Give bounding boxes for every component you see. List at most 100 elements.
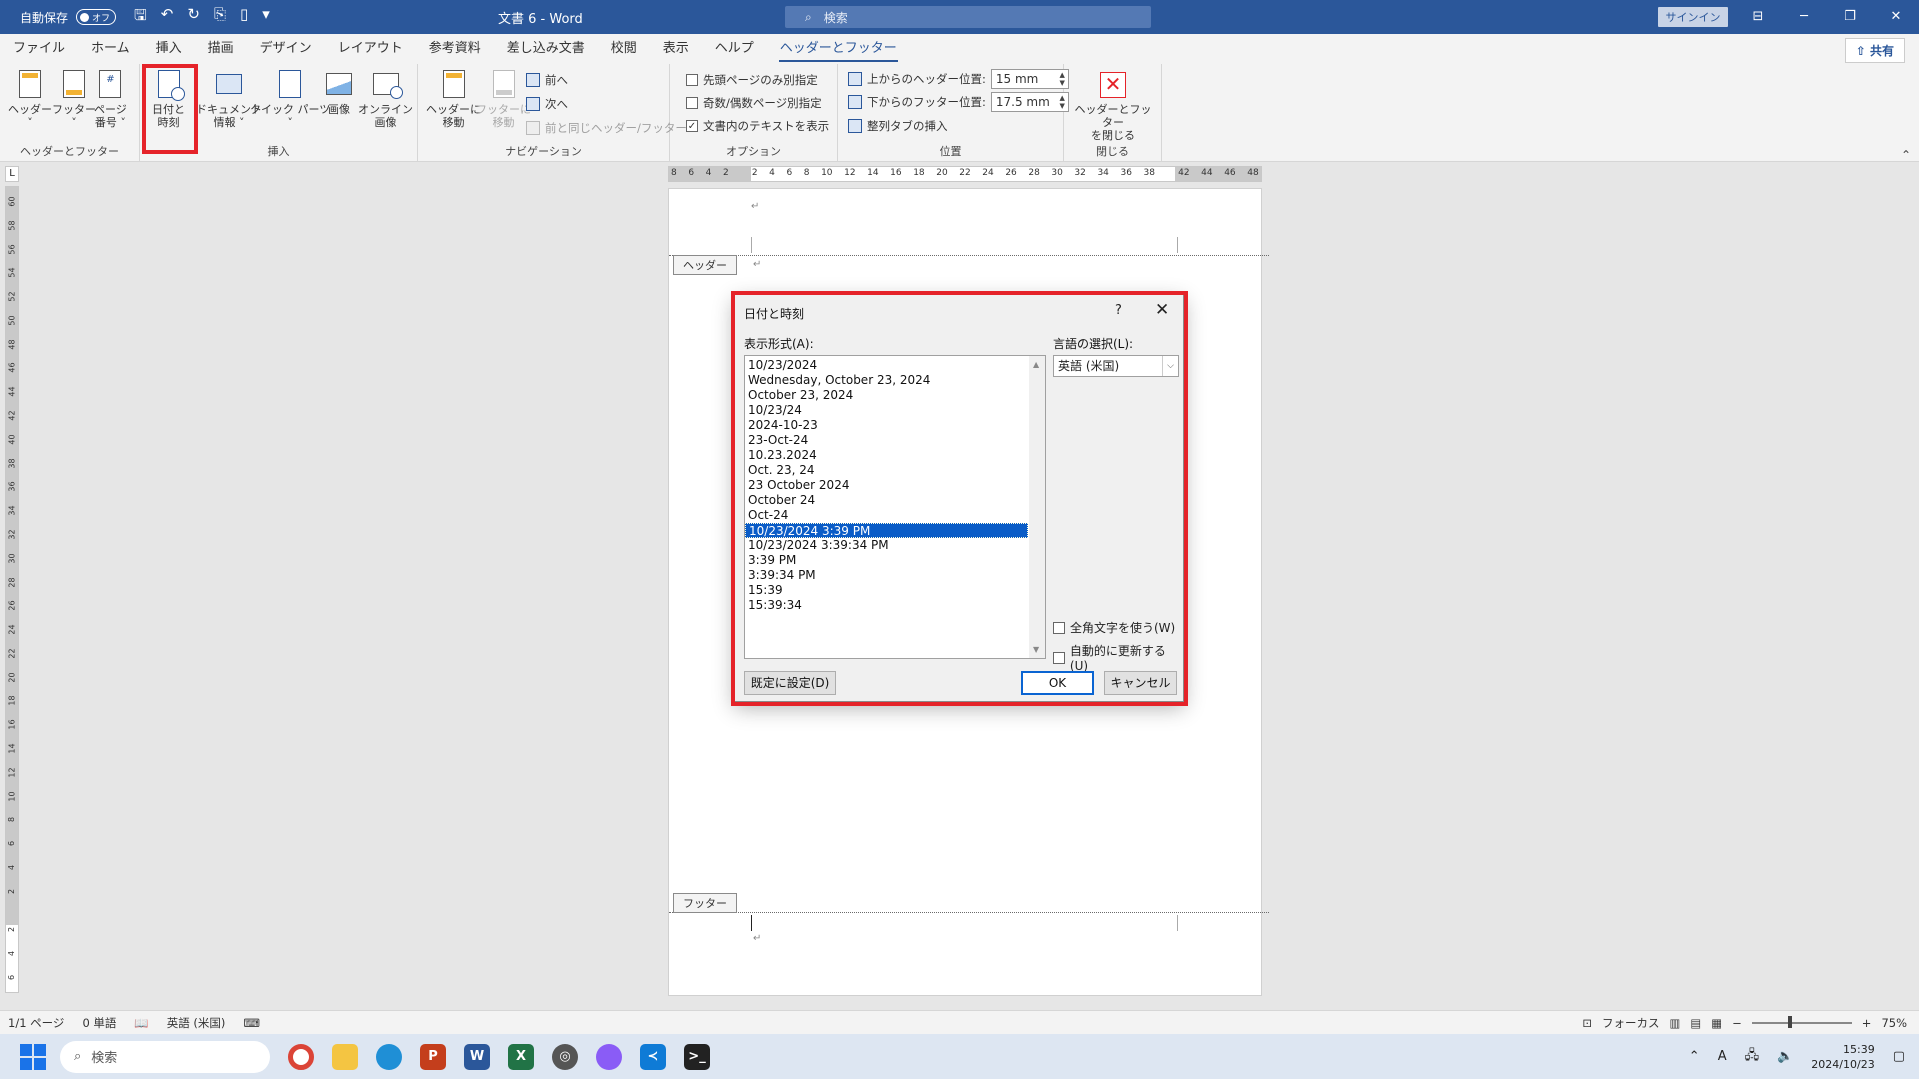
autoupdate-checkbox[interactable]: 自動的に更新する(U) — [1053, 642, 1183, 673]
close-header-footer-button[interactable]: ✕ ヘッダーとフッター を閉じる — [1072, 68, 1154, 142]
formats-listbox[interactable]: 10/23/2024 Wednesday, October 23, 2024 Oct… — [744, 355, 1046, 659]
customize-qat-icon[interactable]: ▾ — [262, 5, 270, 30]
tab-4[interactable]: デザイン — [247, 34, 325, 64]
title-search-box[interactable]: ⌕ 検索 — [785, 6, 1151, 28]
status-language[interactable]: 英語 (米国) — [167, 1015, 226, 1031]
accessibility-icon[interactable]: ⌨ — [243, 1016, 260, 1030]
list-item[interactable]: 3:39:34 PM — [745, 568, 1028, 583]
set-default-button[interactable]: 既定に設定(D) — [744, 671, 836, 695]
tab-2[interactable]: 挿入 — [143, 34, 195, 64]
proofing-icon[interactable]: 📖 — [134, 1016, 148, 1030]
windows-start-icon[interactable] — [20, 1043, 46, 1070]
list-item[interactable]: 10/23/2024 3:39 PM — [745, 523, 1028, 538]
minimize-icon[interactable]: ─ — [1781, 0, 1827, 34]
list-item[interactable]: Wednesday, October 23, 2024 — [745, 373, 1028, 388]
network-icon[interactable]: 🖧 — [1745, 1046, 1760, 1068]
horizontal-ruler[interactable]: 8 6 4 2 2 4 6 8 10 12 14 16 18 20 22 24 26 28 30 32 34 36 38 42… — [668, 166, 1262, 182]
list-item[interactable]: Oct-24 — [745, 508, 1028, 523]
vscode-icon[interactable]: ≺ — [640, 1043, 666, 1070]
file-explorer-icon[interactable] — [332, 1043, 358, 1070]
language-select[interactable]: 英語 (米国) ⌵ — [1053, 355, 1179, 377]
ime-icon[interactable]: A — [1718, 1049, 1727, 1064]
tab-6[interactable]: 参考資料 — [416, 34, 494, 64]
next-button[interactable]: 次へ — [526, 96, 568, 112]
goto-footer-button[interactable]: フッターに 移動 — [476, 68, 531, 129]
header-position-input[interactable]: 15 mm ▲ ▼ — [990, 69, 1069, 89]
tab-0[interactable]: ファイル — [0, 34, 78, 64]
ok-button[interactable]: OK — [1021, 671, 1094, 695]
undo-icon[interactable]: ↶ — [161, 5, 174, 30]
copy-icon[interactable]: ⎘ — [214, 5, 226, 30]
tab-selector[interactable]: L — [5, 166, 19, 182]
volume-icon[interactable]: 🔈 — [1777, 1049, 1793, 1064]
vertical-ruler[interactable]: 60 58 56 54 52 50 48 46 44 42 40 38 36 34 32 30 28 26 24 22… — [5, 186, 19, 993]
list-item[interactable]: 10/23/24 — [745, 403, 1028, 418]
quick-parts-button[interactable]: クイック パーツ ˅ — [250, 68, 330, 129]
dialog-close-icon[interactable]: ✕ — [1155, 300, 1169, 320]
terminal-icon[interactable]: >_ — [684, 1043, 710, 1070]
zoom-level[interactable]: 75% — [1881, 1016, 1907, 1030]
page-count[interactable]: 1/1 ページ — [8, 1015, 64, 1031]
option-odd-even[interactable]: 奇数/偶数ページ別指定 — [686, 95, 822, 111]
image-button[interactable]: 画像 — [324, 68, 354, 116]
option-first-page[interactable]: 先頭ページのみ別指定 — [686, 72, 818, 88]
previous-button[interactable]: 前へ — [526, 72, 568, 88]
close-icon[interactable]: ✕ — [1873, 0, 1919, 34]
word-count[interactable]: 0 単語 — [82, 1015, 116, 1031]
page-icon[interactable]: ▯ — [240, 5, 248, 30]
clock[interactable]: 15:39 2024/10/23 — [1811, 1042, 1874, 1072]
option-show-text[interactable]: ✓ 文書内のテキストを表示 — [686, 118, 829, 134]
tray-chevron-icon[interactable]: ⌃ — [1689, 1049, 1700, 1064]
zoom-in-icon[interactable]: + — [1862, 1016, 1872, 1030]
list-item[interactable]: 23 October 2024 — [745, 478, 1028, 493]
list-item[interactable]: 3:39 PM — [745, 553, 1028, 568]
link-to-previous-button[interactable]: 前と同じヘッダー/フッター — [526, 120, 687, 136]
tab-10[interactable]: ヘルプ — [702, 34, 767, 64]
collapse-ribbon-icon[interactable]: ⌃ — [1901, 148, 1911, 162]
notification-icon[interactable]: ▢ — [1893, 1049, 1905, 1064]
online-image-button[interactable]: オンライン 画像 — [358, 68, 413, 129]
list-item[interactable]: October 23, 2024 — [745, 388, 1028, 403]
cancel-button[interactable]: キャンセル — [1104, 671, 1177, 695]
list-item[interactable]: 15:39:34 — [745, 598, 1028, 613]
tab-11[interactable]: ヘッダーとフッター — [767, 34, 910, 64]
zoom-out-icon[interactable]: − — [1732, 1016, 1742, 1030]
header-button[interactable]: ヘッダー ˅ — [8, 68, 52, 129]
page-number-button[interactable]: # ページ 番号 ˅ — [94, 68, 127, 129]
list-item[interactable]: October 24 — [745, 493, 1028, 508]
share-button[interactable]: ⇧ 共有 — [1844, 38, 1905, 63]
insert-align-tab-button[interactable]: 整列タブの挿入 — [848, 118, 948, 134]
powerpoint-icon[interactable]: P — [420, 1043, 446, 1070]
tab-5[interactable]: レイアウト — [325, 34, 416, 64]
list-item[interactable]: Oct. 23, 24 — [745, 463, 1028, 478]
goto-header-button[interactable]: ヘッダーに 移動 — [426, 68, 481, 129]
zoom-slider[interactable] — [1751, 1016, 1852, 1028]
web-layout-icon[interactable]: ▦ — [1711, 1016, 1722, 1030]
list-item[interactable]: 10/23/2024 — [745, 358, 1028, 373]
list-scrollbar[interactable]: ▲ ▼ — [1029, 356, 1045, 658]
tab-7[interactable]: 差し込み文書 — [494, 34, 598, 64]
help-icon[interactable]: ? — [1115, 303, 1122, 318]
app-icon[interactable] — [596, 1043, 622, 1070]
footer-button[interactable]: フッター ˅ — [52, 68, 96, 129]
list-item[interactable]: 23-Oct-24 — [745, 433, 1028, 448]
chatgpt-icon[interactable]: ◎ — [552, 1043, 578, 1070]
tab-9[interactable]: 表示 — [650, 34, 702, 64]
list-item[interactable]: 2024-10-23 — [745, 418, 1028, 433]
taskbar-search[interactable]: ⌕ 検索 — [60, 1040, 270, 1073]
tab-3[interactable]: 描画 — [195, 34, 247, 64]
fullwidth-checkbox[interactable]: 全角文字を使う(W) — [1053, 619, 1175, 636]
word-icon[interactable]: W — [464, 1043, 490, 1070]
ribbon-display-icon[interactable]: ⊟ — [1735, 0, 1781, 34]
tab-1[interactable]: ホーム — [78, 34, 143, 64]
footer-position-input[interactable]: 17.5 mm ▲ ▼ — [990, 92, 1069, 112]
save-icon[interactable]: 🖫 — [134, 5, 147, 30]
focus-mode[interactable]: フォーカス — [1602, 1015, 1660, 1031]
list-item[interactable]: 15:39 — [745, 583, 1028, 598]
restore-icon[interactable]: ❐ — [1827, 0, 1873, 34]
edge-icon[interactable] — [376, 1043, 402, 1070]
print-layout-icon[interactable]: ▤ — [1690, 1016, 1701, 1030]
autosave-toggle[interactable]: 自動保存 オフ — [20, 9, 117, 26]
tab-8[interactable]: 校閲 — [598, 34, 650, 64]
focus-icon[interactable]: ⊡ — [1582, 1016, 1592, 1030]
